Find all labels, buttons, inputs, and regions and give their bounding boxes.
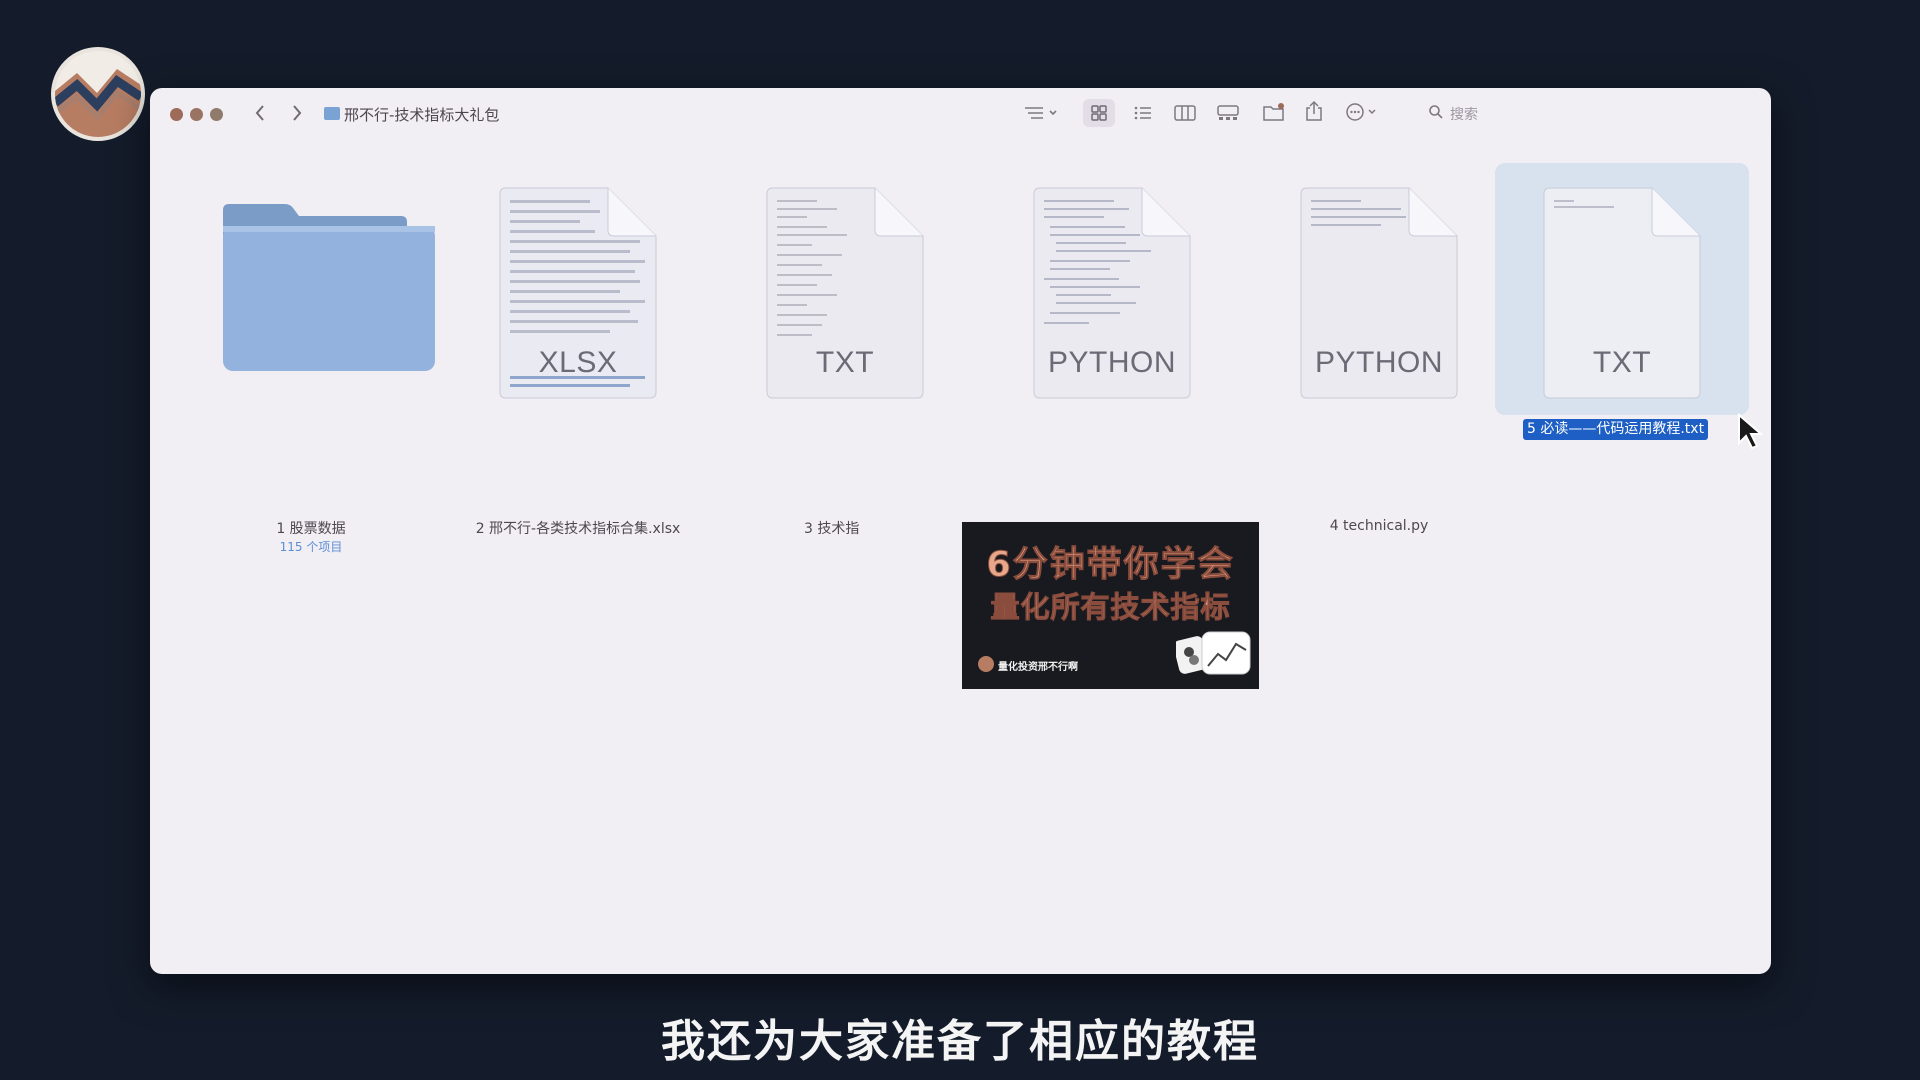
window-title: 邢不行-技术指标大礼包 bbox=[344, 106, 500, 124]
file-item-txt[interactable]: TXT 3 技术指 bbox=[720, 186, 970, 566]
finder-window: 邢不行-技术指标大礼包 搜索 1 股票数据 115 个项目 XLSX 2 邢不行… bbox=[150, 88, 1771, 974]
item-count: 115 个项目 bbox=[279, 540, 343, 554]
selected-item-label[interactable]: 5 必读——代码运用教程.txt bbox=[1523, 419, 1709, 440]
share-icon[interactable] bbox=[1305, 100, 1323, 122]
search-input[interactable]: 搜索 bbox=[1450, 104, 1478, 124]
thumbnail-avatar-icon bbox=[978, 656, 994, 672]
file-item-python[interactable]: PYTHON 4 technical.py bbox=[1254, 186, 1504, 566]
search-icon[interactable] bbox=[1428, 104, 1444, 120]
file-type-label: TXT bbox=[1592, 346, 1652, 379]
item-label: 1 股票数据 bbox=[276, 521, 346, 537]
item-label: 2 邢不行-各类技术指标合集.xlsx bbox=[475, 521, 681, 537]
python-file-icon: PYTHON bbox=[1297, 186, 1461, 402]
thumbnail-title-line2: 量化所有技术指标 bbox=[990, 590, 1231, 625]
close-button[interactable] bbox=[170, 108, 183, 121]
txt-file-icon: TXT bbox=[763, 186, 927, 402]
icon-view-button[interactable] bbox=[1083, 99, 1115, 127]
folder-item[interactable]: 1 股票数据 115 个项目 bbox=[186, 186, 436, 566]
file-type-label: XLSX bbox=[538, 346, 618, 379]
forward-icon[interactable] bbox=[291, 103, 303, 123]
minimize-button[interactable] bbox=[190, 108, 203, 121]
python-file-icon: PYTHON bbox=[1030, 186, 1194, 402]
mouse-cursor-icon bbox=[1737, 412, 1764, 455]
avatar-logo-icon bbox=[55, 69, 141, 137]
gallery-view-icon[interactable] bbox=[1216, 104, 1240, 122]
file-item-xlsx[interactable]: XLSX 2 邢不行-各类技术指标合集.xlsx bbox=[453, 186, 703, 566]
item-label: 4 technical.py bbox=[1329, 518, 1429, 534]
file-type-label: PYTHON bbox=[1314, 346, 1443, 379]
file-type-label: PYTHON bbox=[1047, 346, 1176, 379]
icon-view-icon bbox=[1091, 105, 1107, 121]
file-type-label: TXT bbox=[815, 346, 875, 379]
column-view-icon[interactable] bbox=[1174, 104, 1196, 122]
python-logo-chart-icon bbox=[1176, 631, 1251, 675]
list-view-icon[interactable] bbox=[1133, 104, 1153, 122]
file-item-python[interactable]: PYTHON bbox=[987, 186, 1237, 566]
sort-icon[interactable] bbox=[1023, 105, 1059, 121]
folder-icon bbox=[324, 107, 340, 120]
thumbnail-author: 量化投资邢不行啊 bbox=[998, 662, 1078, 673]
txt-file-icon: TXT bbox=[1540, 186, 1704, 402]
video-subtitle: 我还为大家准备了相应的教程 bbox=[661, 1016, 1259, 1067]
xlsx-file-icon: XLSX bbox=[496, 186, 660, 402]
back-icon[interactable] bbox=[254, 103, 266, 123]
file-item-txt-selected[interactable]: TXT bbox=[1497, 186, 1747, 566]
more-icon[interactable] bbox=[1346, 103, 1380, 121]
video-thumbnail: 6分钟带你学会 量化所有技术指标 量化投资邢不行啊 bbox=[962, 522, 1259, 689]
thumbnail-title-line1: 6分钟带你学会 bbox=[986, 545, 1235, 586]
folder-icon bbox=[223, 204, 435, 371]
finder-toolbar: 邢不行-技术指标大礼包 搜索 bbox=[150, 88, 1771, 140]
zoom-button[interactable] bbox=[210, 108, 223, 121]
new-folder-icon[interactable] bbox=[1262, 102, 1286, 122]
channel-avatar bbox=[51, 47, 145, 141]
